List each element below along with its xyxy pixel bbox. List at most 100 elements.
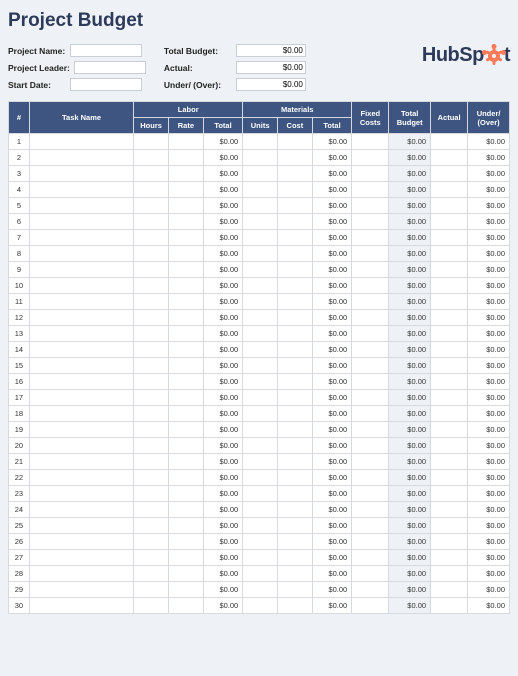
cell-rate[interactable]	[169, 598, 204, 614]
cell-cost[interactable]	[278, 486, 313, 502]
cell-actual[interactable]	[431, 342, 468, 358]
total-budget-input[interactable]	[236, 44, 306, 57]
actual-input[interactable]	[236, 61, 306, 74]
cell-units[interactable]	[243, 582, 278, 598]
cell-actual[interactable]	[431, 278, 468, 294]
cell-actual[interactable]	[431, 390, 468, 406]
project-leader-input[interactable]	[74, 61, 146, 74]
cell-actual[interactable]	[431, 230, 468, 246]
cell-hours[interactable]	[134, 374, 169, 390]
cell-task[interactable]	[29, 390, 133, 406]
cell-cost[interactable]	[278, 390, 313, 406]
cell-fixed[interactable]	[352, 342, 389, 358]
cell-actual[interactable]	[431, 598, 468, 614]
cell-rate[interactable]	[169, 246, 204, 262]
cell-fixed[interactable]	[352, 390, 389, 406]
cell-rate[interactable]	[169, 486, 204, 502]
cell-units[interactable]	[243, 230, 278, 246]
cell-task[interactable]	[29, 582, 133, 598]
cell-hours[interactable]	[134, 534, 169, 550]
cell-fixed[interactable]	[352, 166, 389, 182]
cell-actual[interactable]	[431, 326, 468, 342]
under-over-input[interactable]	[236, 78, 306, 91]
cell-fixed[interactable]	[352, 502, 389, 518]
cell-task[interactable]	[29, 278, 133, 294]
cell-hours[interactable]	[134, 422, 169, 438]
cell-hours[interactable]	[134, 582, 169, 598]
cell-cost[interactable]	[278, 422, 313, 438]
cell-rate[interactable]	[169, 454, 204, 470]
project-name-input[interactable]	[70, 44, 142, 57]
cell-rate[interactable]	[169, 150, 204, 166]
cell-units[interactable]	[243, 198, 278, 214]
cell-units[interactable]	[243, 486, 278, 502]
cell-fixed[interactable]	[352, 294, 389, 310]
cell-task[interactable]	[29, 342, 133, 358]
cell-task[interactable]	[29, 470, 133, 486]
cell-fixed[interactable]	[352, 518, 389, 534]
cell-task[interactable]	[29, 214, 133, 230]
cell-hours[interactable]	[134, 486, 169, 502]
cell-actual[interactable]	[431, 374, 468, 390]
cell-fixed[interactable]	[352, 134, 389, 150]
cell-cost[interactable]	[278, 534, 313, 550]
cell-cost[interactable]	[278, 454, 313, 470]
cell-cost[interactable]	[278, 134, 313, 150]
cell-units[interactable]	[243, 262, 278, 278]
cell-rate[interactable]	[169, 550, 204, 566]
cell-actual[interactable]	[431, 246, 468, 262]
cell-fixed[interactable]	[352, 406, 389, 422]
cell-rate[interactable]	[169, 262, 204, 278]
cell-hours[interactable]	[134, 262, 169, 278]
cell-cost[interactable]	[278, 374, 313, 390]
cell-fixed[interactable]	[352, 438, 389, 454]
cell-rate[interactable]	[169, 422, 204, 438]
cell-rate[interactable]	[169, 134, 204, 150]
cell-hours[interactable]	[134, 310, 169, 326]
cell-cost[interactable]	[278, 550, 313, 566]
cell-hours[interactable]	[134, 134, 169, 150]
cell-hours[interactable]	[134, 326, 169, 342]
cell-hours[interactable]	[134, 598, 169, 614]
cell-task[interactable]	[29, 182, 133, 198]
cell-task[interactable]	[29, 438, 133, 454]
cell-task[interactable]	[29, 566, 133, 582]
cell-hours[interactable]	[134, 342, 169, 358]
cell-units[interactable]	[243, 150, 278, 166]
cell-cost[interactable]	[278, 326, 313, 342]
cell-units[interactable]	[243, 534, 278, 550]
cell-cost[interactable]	[278, 246, 313, 262]
cell-units[interactable]	[243, 550, 278, 566]
cell-task[interactable]	[29, 134, 133, 150]
cell-hours[interactable]	[134, 150, 169, 166]
cell-task[interactable]	[29, 262, 133, 278]
cell-units[interactable]	[243, 278, 278, 294]
cell-cost[interactable]	[278, 438, 313, 454]
cell-actual[interactable]	[431, 358, 468, 374]
cell-units[interactable]	[243, 438, 278, 454]
cell-hours[interactable]	[134, 454, 169, 470]
cell-cost[interactable]	[278, 230, 313, 246]
cell-hours[interactable]	[134, 182, 169, 198]
cell-task[interactable]	[29, 598, 133, 614]
cell-hours[interactable]	[134, 294, 169, 310]
cell-actual[interactable]	[431, 198, 468, 214]
cell-units[interactable]	[243, 406, 278, 422]
cell-hours[interactable]	[134, 566, 169, 582]
cell-fixed[interactable]	[352, 246, 389, 262]
cell-cost[interactable]	[278, 294, 313, 310]
cell-task[interactable]	[29, 406, 133, 422]
cell-actual[interactable]	[431, 150, 468, 166]
cell-task[interactable]	[29, 550, 133, 566]
cell-hours[interactable]	[134, 230, 169, 246]
cell-hours[interactable]	[134, 358, 169, 374]
cell-cost[interactable]	[278, 598, 313, 614]
cell-task[interactable]	[29, 310, 133, 326]
cell-cost[interactable]	[278, 262, 313, 278]
cell-rate[interactable]	[169, 326, 204, 342]
cell-rate[interactable]	[169, 374, 204, 390]
cell-units[interactable]	[243, 374, 278, 390]
cell-rate[interactable]	[169, 166, 204, 182]
cell-rate[interactable]	[169, 390, 204, 406]
cell-cost[interactable]	[278, 518, 313, 534]
